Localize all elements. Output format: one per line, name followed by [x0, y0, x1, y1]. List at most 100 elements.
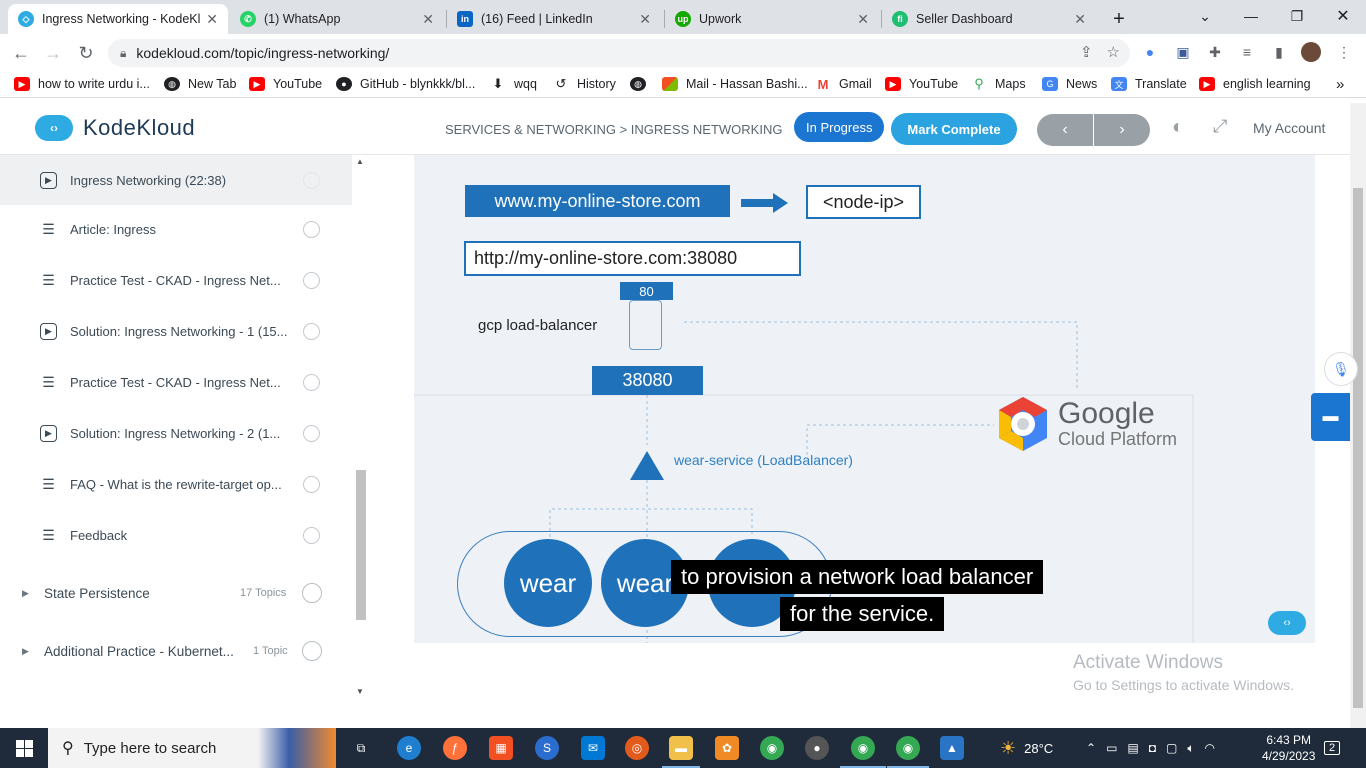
bookmark-item[interactable]: ◍ New Tab [164, 75, 236, 93]
tab-upwork[interactable]: up Upwork ✕ [665, 4, 879, 34]
my-account-link[interactable]: My Account [1253, 120, 1325, 136]
lesson-item[interactable]: ▶ Solution: Ingress Networking - 1 (15..… [0, 306, 352, 356]
lesson-item[interactable]: ▶ Solution: Ingress Networking - 2 (1... [0, 408, 352, 458]
display-icon[interactable]: ▢ [1166, 741, 1177, 755]
side-panel-icon[interactable]: ▮ [1269, 42, 1289, 62]
bookmark-item[interactable]: ◍ [630, 75, 654, 93]
dark-mode-icon[interactable]: ◐ [1172, 116, 1184, 139]
close-window-icon[interactable]: ✕ [1320, 0, 1366, 32]
bookmark-item[interactable]: ● GitHub - blynkkk/bl... [336, 75, 475, 93]
completion-circle[interactable] [302, 583, 322, 603]
mark-complete-button[interactable]: Mark Complete [891, 113, 1017, 145]
wifi-icon[interactable]: ◠ [1205, 741, 1215, 755]
close-tab-icon[interactable]: ✕ [857, 11, 869, 28]
bookmark-item[interactable]: Mail - Hassan Bashi... [662, 75, 808, 93]
completion-circle[interactable] [303, 475, 320, 493]
completion-circle[interactable] [303, 526, 320, 544]
tab-search-icon[interactable]: ⌄ [1182, 0, 1228, 32]
completion-circle[interactable] [303, 322, 320, 340]
app-icon[interactable]: ◎ [625, 736, 649, 760]
download-extension-icon[interactable]: ▣ [1173, 42, 1193, 62]
lesson-item[interactable]: ☰ Practice Test - CKAD - Ingress Net... [0, 357, 352, 407]
tab-seller-dashboard[interactable]: fi Seller Dashboard ✕ [882, 4, 1096, 34]
completion-circle[interactable] [303, 271, 320, 289]
reload-icon[interactable]: ↻ [73, 40, 99, 66]
completion-circle[interactable] [303, 424, 320, 442]
bookmark-item[interactable]: G News [1042, 75, 1097, 93]
kodekloud-logo[interactable]: ‹› KodeKloud [35, 115, 195, 141]
show-hidden-icons-icon[interactable]: ⌃ [1086, 741, 1096, 755]
webcam-icon[interactable]: ◘ [1149, 741, 1156, 755]
breadcrumb[interactable]: SERVICES & NETWORKING > INGRESS NETWORKI… [445, 122, 782, 137]
mail-icon[interactable]: ✉ [581, 736, 605, 760]
previous-lesson-button[interactable]: ‹ [1037, 114, 1093, 146]
section-state-persistence[interactable]: ▶ State Persistence 17 Topics [0, 573, 352, 613]
bookmark-item[interactable]: ▶ english learning [1199, 75, 1311, 93]
lock-icon[interactable]: 🔒︎ [120, 46, 126, 61]
media-control-icon[interactable]: ≡ [1237, 42, 1257, 62]
notifications-icon[interactable]: 2 [1324, 728, 1341, 768]
bookmarks-overflow-button[interactable]: » [1336, 75, 1344, 93]
completion-circle[interactable] [303, 220, 320, 238]
completion-circle[interactable] [303, 373, 320, 391]
close-tab-icon[interactable]: ✕ [639, 11, 651, 28]
bookmark-item[interactable]: ⬇ wqq [490, 75, 537, 93]
tab-whatsapp[interactable]: ✆ (1) WhatsApp ✕ [230, 4, 444, 34]
app-icon[interactable]: ✿ [715, 736, 739, 760]
back-icon[interactable]: ← [8, 40, 34, 66]
forward-icon[interactable]: → [40, 40, 66, 66]
chrome-icon[interactable]: ◉ [896, 736, 920, 760]
scrollbar-thumb[interactable] [356, 470, 366, 620]
chrome-icon[interactable]: ◉ [760, 736, 784, 760]
bookmark-item[interactable]: ▶ YouTube [249, 75, 322, 93]
firefox-icon[interactable]: ƒ [443, 736, 467, 760]
windows-start-icon[interactable] [0, 728, 48, 768]
close-tab-icon[interactable]: ✕ [1074, 11, 1086, 28]
chrome-icon[interactable]: ◉ [851, 736, 875, 760]
microsoft-store-icon[interactable]: ▦ [489, 736, 513, 760]
chat-icon[interactable]: ▬ [1311, 393, 1350, 441]
close-tab-icon[interactable]: ✕ [206, 11, 218, 28]
lesson-item[interactable]: ☰ FAQ - What is the rewrite-target op... [0, 459, 352, 509]
scrollbar-thumb[interactable] [1353, 188, 1363, 708]
share-icon[interactable]: ⇪ [1080, 43, 1093, 61]
restore-icon[interactable]: ❐ [1274, 0, 1320, 32]
completion-circle[interactable] [303, 171, 320, 189]
file-explorer-icon[interactable]: ▬ [669, 736, 693, 760]
skype-icon[interactable]: S [535, 736, 559, 760]
taskbar-search[interactable]: ⚲ Type here to search [48, 728, 336, 768]
extensions-puzzle-icon[interactable]: ✚ [1205, 42, 1225, 62]
bookmark-item[interactable]: ↺ History [553, 75, 616, 93]
new-tab-button[interactable]: + [1104, 4, 1134, 34]
sidebar-scrollbar[interactable]: ▲ ▼ [352, 155, 370, 700]
scroll-down-icon[interactable]: ▼ [356, 687, 364, 696]
network-icon[interactable]: ▤ [1127, 741, 1138, 755]
microphone-icon[interactable]: 🎙︎ [1324, 352, 1358, 386]
photos-icon[interactable]: ▲ [940, 736, 964, 760]
lesson-item[interactable]: ▶ Ingress Networking (22:38) [0, 155, 352, 205]
lesson-item[interactable]: ☰ Article: Ingress [0, 204, 352, 254]
edge-icon[interactable]: e [397, 736, 421, 760]
completion-circle[interactable] [302, 641, 322, 661]
video-player[interactable]: www.my-online-store.com <node-ip> http:/… [414, 155, 1315, 643]
voice-extension-icon[interactable]: ● [1140, 42, 1160, 62]
bookmark-item[interactable]: 文 Translate [1111, 75, 1187, 93]
menu-kebab-icon[interactable]: ⋮ [1334, 42, 1354, 62]
bookmark-star-icon[interactable]: ☆ [1107, 43, 1120, 61]
tab-linkedin[interactable]: in (16) Feed | LinkedIn ✕ [447, 4, 661, 34]
lesson-item[interactable]: ☰ Feedback [0, 510, 352, 560]
close-tab-icon[interactable]: ✕ [422, 11, 434, 28]
tab-kodekloud[interactable]: ◇ Ingress Networking - KodeKl ✕ [8, 4, 228, 34]
section-additional-practice[interactable]: ▶ Additional Practice - Kubernet... 1 To… [0, 631, 352, 671]
battery-icon[interactable]: ▭ [1106, 741, 1117, 755]
scroll-up-icon[interactable]: ▲ [356, 157, 364, 166]
task-view-icon[interactable]: ⧉ [349, 736, 373, 760]
profile-avatar[interactable] [1301, 42, 1321, 62]
page-scrollbar[interactable] [1350, 103, 1366, 728]
weather-widget[interactable]: ☀ 28°C [1000, 728, 1053, 768]
obs-icon[interactable]: ● [805, 736, 829, 760]
volume-icon[interactable]: 🔈︎ [1187, 741, 1194, 756]
url-bar[interactable]: 🔒︎ kodekloud.com/topic/ingress-networkin… [108, 39, 1130, 67]
bookmark-item[interactable]: ⚲ Maps [971, 75, 1025, 93]
bookmark-item[interactable]: ▶ how to write urdu i... [14, 75, 150, 93]
